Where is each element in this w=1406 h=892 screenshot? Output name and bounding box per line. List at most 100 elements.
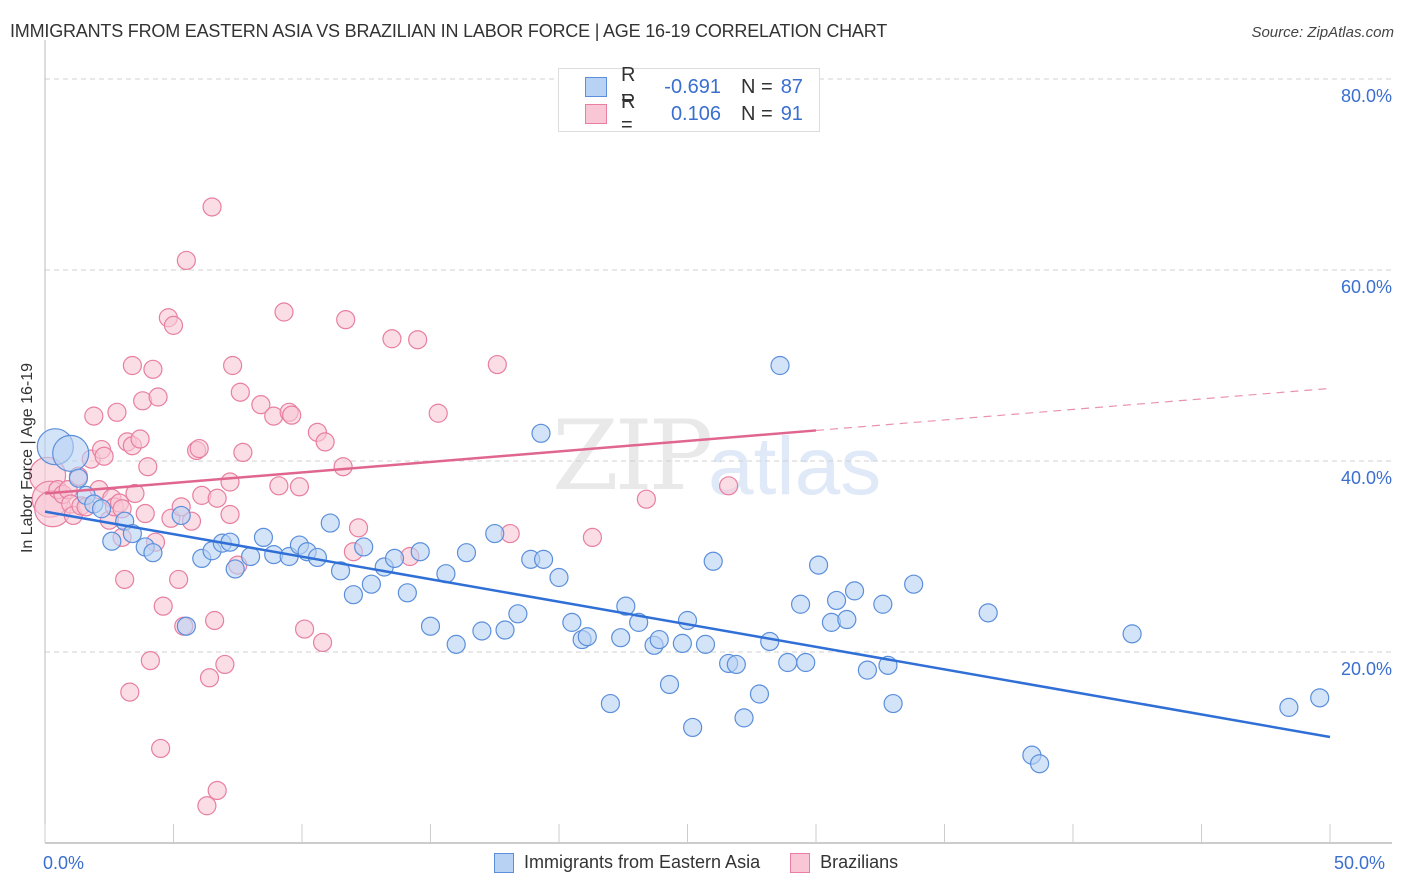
point-brazilians	[294, 619, 315, 639]
point-eastern-asia	[420, 616, 441, 636]
point-eastern-asia	[844, 581, 865, 601]
point-brazilians	[205, 610, 225, 631]
point-eastern-asia	[320, 513, 340, 533]
point-brazilians	[163, 315, 184, 335]
correlation-legend: R = -0.691 N = 87 R = 0.106 N = 91	[558, 64, 820, 136]
point-eastern-asia	[683, 717, 703, 738]
point-brazilians	[282, 405, 302, 425]
point-brazilians	[151, 738, 171, 759]
point-eastern-asia	[796, 652, 816, 673]
legend-row-brazilians: R = 0.106 N = 91	[585, 91, 803, 136]
point-brazilians	[215, 654, 235, 675]
point-eastern-asia	[703, 551, 723, 571]
point-eastern-asia	[1029, 754, 1050, 774]
point-eastern-asia	[225, 559, 245, 579]
point-eastern-asia	[562, 612, 582, 632]
point-eastern-asia	[410, 542, 430, 562]
point-eastern-asia	[52, 434, 90, 472]
y-axis-label: In Labor Force | Age 16-19	[19, 362, 36, 554]
point-eastern-asia	[904, 574, 924, 594]
legend-swatch-pink	[790, 852, 811, 873]
point-brazilians	[122, 355, 142, 376]
legend-n-label: N =	[741, 75, 773, 98]
point-eastern-asia	[176, 616, 196, 636]
point-eastern-asia	[611, 628, 631, 648]
point-brazilians	[94, 446, 114, 466]
point-eastern-asia	[361, 574, 381, 594]
legend-item-eastern-asia[interactable]: Immigrants from Eastern Asia	[494, 852, 760, 873]
scatter-plot	[28, 40, 1392, 844]
point-brazilians	[207, 488, 227, 508]
point-brazilians	[220, 504, 240, 525]
trend-line-brazilians	[44, 429, 817, 495]
point-eastern-asia	[857, 660, 878, 680]
point-eastern-asia	[978, 603, 998, 623]
y-tick-label-60: 60.0%	[1340, 277, 1392, 297]
point-brazilians	[636, 489, 656, 509]
point-eastern-asia	[508, 604, 528, 624]
legend-n-label: N =	[741, 102, 773, 125]
point-eastern-asia	[778, 652, 798, 673]
point-eastern-asia	[384, 548, 405, 569]
point-eastern-asia	[760, 631, 780, 652]
series-legend: Immigrants from Eastern Asia Brazilians	[494, 852, 928, 873]
point-brazilians	[333, 457, 353, 477]
point-eastern-asia	[649, 629, 669, 650]
point-eastern-asia	[397, 583, 417, 603]
point-eastern-asia	[531, 423, 551, 443]
point-eastern-asia	[577, 627, 597, 647]
point-eastern-asia	[873, 594, 893, 614]
point-brazilians	[719, 476, 739, 496]
point-eastern-asia	[749, 684, 770, 704]
point-brazilians	[115, 569, 135, 590]
point-brazilians	[233, 442, 253, 463]
point-brazilians	[169, 569, 189, 590]
point-brazilians	[84, 406, 104, 426]
series-eastern-asia-points	[36, 355, 1330, 774]
point-eastern-asia	[1122, 624, 1142, 644]
point-brazilians	[197, 796, 217, 816]
point-eastern-asia	[600, 693, 621, 714]
trend-line-eastern-asia	[44, 510, 1331, 739]
legend-swatch-pink	[585, 104, 607, 124]
legend-item-brazilians[interactable]: Brazilians	[790, 852, 898, 873]
point-brazilians	[274, 302, 294, 322]
point-eastern-asia	[171, 505, 191, 526]
point-brazilians	[348, 518, 369, 538]
point-brazilians	[312, 632, 333, 653]
point-eastern-asia	[102, 531, 122, 551]
series-brazilians-points	[28, 197, 739, 816]
y-tick-label-20: 20.0%	[1340, 659, 1392, 679]
point-eastern-asia	[253, 527, 274, 548]
legend-swatch-blue	[585, 77, 607, 97]
point-eastern-asia	[826, 590, 847, 611]
legend-r-value: -0.691	[664, 75, 721, 98]
point-eastern-asia	[672, 633, 692, 654]
point-brazilians	[269, 476, 289, 496]
legend-swatch-blue	[494, 852, 514, 873]
x-tick-label-50: 50.0%	[1334, 853, 1386, 873]
point-brazilians	[487, 354, 507, 375]
point-eastern-asia	[726, 654, 746, 675]
point-eastern-asia	[790, 594, 811, 614]
point-eastern-asia	[143, 543, 163, 563]
legend-row-eastern-asia: R = -0.691 N = 87	[585, 64, 803, 109]
point-brazilians	[135, 503, 155, 524]
point-brazilians	[315, 432, 335, 452]
point-brazilians	[107, 402, 127, 422]
point-eastern-asia	[677, 610, 698, 631]
point-eastern-asia	[837, 609, 857, 630]
legend-r-label: R =	[621, 91, 636, 136]
point-brazilians	[148, 387, 168, 407]
point-eastern-asia	[770, 355, 790, 376]
x-tick-label-0: 0.0%	[43, 853, 85, 873]
point-eastern-asia	[883, 693, 903, 714]
point-eastern-asia	[1279, 697, 1299, 717]
point-brazilians	[189, 438, 209, 459]
point-brazilians	[130, 429, 150, 449]
legend-n-value: 91	[780, 102, 803, 125]
point-brazilians	[120, 682, 140, 702]
point-brazilians	[230, 382, 250, 402]
point-eastern-asia	[1310, 688, 1330, 708]
y-tick-label-40: 40.0%	[1340, 468, 1392, 488]
